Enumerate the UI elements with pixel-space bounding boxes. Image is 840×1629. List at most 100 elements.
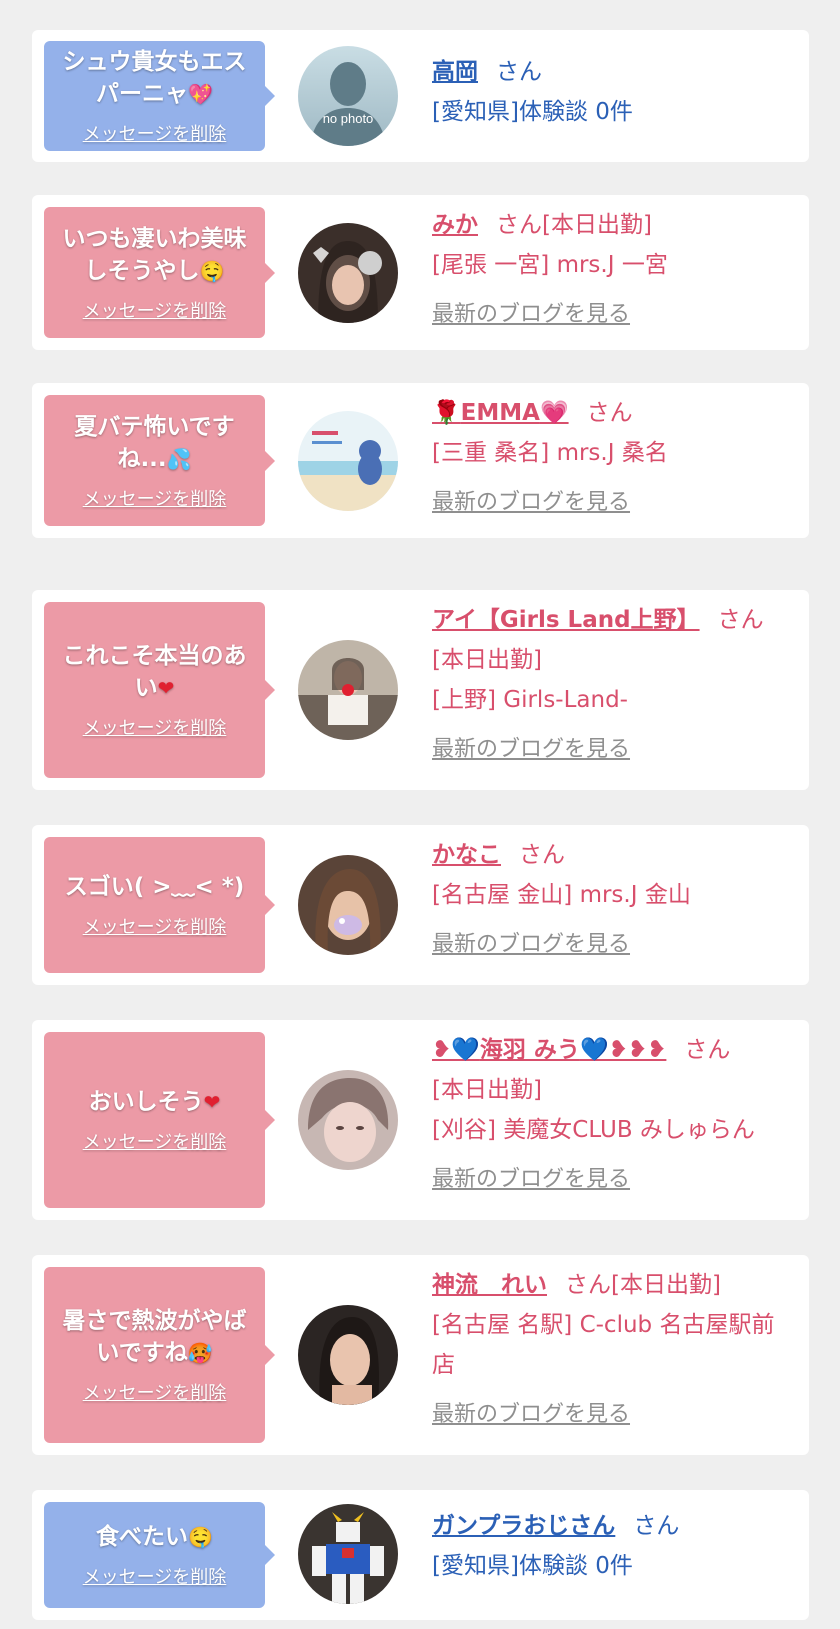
latest-blog-link[interactable]: 最新のブログを見る [432,730,630,770]
sender-name-link[interactable]: みか [432,212,478,238]
pink-heart-icon: 💗 [539,400,569,426]
sender-name-link[interactable]: かなこ [432,842,501,868]
sender-name-link[interactable]: 神流 れい [432,1272,547,1298]
delete-message-link[interactable]: メッセージを削除 [83,120,227,146]
message-bubble: おいしそう❤ メッセージを削除 [44,1032,275,1208]
sender-shop: [尾張 一宮] mrs.J 一宮 [432,252,668,278]
honorific: さん [565,1272,611,1298]
sender-info: 🌹EMMA💗 さん [三重 桑名] mrs.J 桑名 最新のブログを見る [432,393,797,523]
drooling-face-icon: 🤤 [188,1525,213,1549]
message-text: 食べたい🤤 [96,1524,213,1550]
sender-name-link[interactable]: 高岡 [432,59,478,85]
message-list: シュウ貴女もエスパーニャ💖 メッセージを削除 no photo 高岡 さん [愛知… [0,0,840,1629]
message-text: いつも凄いわ美味しそうやし🤤 [62,225,247,284]
working-today-badge: [本日出勤] [432,647,542,673]
avatar[interactable] [298,855,398,955]
girl-photo-avatar-icon [298,1305,398,1405]
delete-message-link[interactable]: メッセージを削除 [83,1563,227,1589]
message-text: 夏バテ怖いですね...💦 [74,413,235,472]
rose-icon: 🌹 [432,400,461,426]
sparkle-heart-icon: 💖 [188,82,213,106]
honorific: さん [684,1037,731,1063]
honorific: さん [519,842,565,868]
honorific: さん [717,607,764,633]
message-bubble: シュウ貴女もエスパーニャ💖 メッセージを削除 [44,41,275,151]
sender-name-link[interactable]: 🌹EMMA💗 [432,400,569,426]
message-bubble: スゴい( >﹏< *) メッセージを削除 [44,837,275,973]
delete-message-link[interactable]: メッセージを削除 [83,1379,227,1405]
latest-blog-link[interactable]: 最新のブログを見る [432,925,630,965]
message-card: おいしそう❤ メッセージを削除 ❥💙海羽 みう💙❥❥❥ さん [本日出勤] [刈谷… [32,1020,809,1220]
blue-heart-icon: ❥💙 [432,1037,480,1063]
delete-message-link[interactable]: メッセージを削除 [83,714,227,740]
sender-info: みか さん[本日出勤] [尾張 一宮] mrs.J 一宮 最新のブログを見る [432,205,797,335]
delete-message-link[interactable]: メッセージを削除 [83,297,227,323]
message-bubble: 食べたい🤤 メッセージを削除 [44,1502,275,1608]
working-today-badge: [本日出勤] [611,1272,721,1298]
sender-shop: [三重 桑名] mrs.J 桑名 [432,440,668,466]
message-text: 暑さで熱波がやばいですね🥵 [62,1308,247,1366]
delete-message-link[interactable]: メッセージを削除 [83,1128,227,1154]
sweat-drops-icon: 💦 [166,446,192,471]
message-card: これこそ本当のあい❤ メッセージを削除 アイ【Girls Land上野】 さん [… [32,590,809,790]
latest-blog-link[interactable]: 最新のブログを見る [432,483,630,523]
message-text: おいしそう❤ [88,1089,221,1115]
avatar[interactable] [298,1305,398,1405]
sender-name-link[interactable]: アイ【Girls Land上野】 [432,607,700,633]
message-text: シュウ貴女もエスパーニャ💖 [62,49,247,107]
message-bubble: 暑さで熱波がやばいですね🥵 メッセージを削除 [44,1267,275,1443]
message-text: スゴい( >﹏< *) [64,874,245,900]
avatar[interactable]: no photo [298,46,398,146]
avatar[interactable] [298,1070,398,1170]
message-bubble: これこそ本当のあい❤ メッセージを削除 [44,602,275,778]
avatar[interactable] [298,640,398,740]
hot-face-icon: 🥵 [187,1341,213,1365]
svg-text:no photo: no photo [323,111,374,126]
message-card: 夏バテ怖いですね...💦 メッセージを削除 🌹EMMA💗 さん [三重 桑名] m… [32,383,809,538]
honorific: さん [633,1513,680,1539]
delete-message-link[interactable]: メッセージを削除 [83,485,227,511]
red-heart-icon: ❤ [157,676,175,700]
working-today-badge: [本日出勤] [432,1077,542,1103]
girl-photo-avatar-icon [298,855,398,955]
delete-message-link[interactable]: メッセージを削除 [83,913,227,939]
beach-photo-avatar-icon [298,411,398,511]
message-bubble: いつも凄いわ美味しそうやし🤤 メッセージを削除 [44,207,275,338]
sender-info: ❥💙海羽 みう💙❥❥❥ さん [本日出勤] [刈谷] 美魔女CLUB みしゅらん … [432,1030,797,1200]
message-bubble: 夏バテ怖いですね...💦 メッセージを削除 [44,395,275,526]
avatar[interactable] [298,1504,398,1604]
latest-blog-link[interactable]: 最新のブログを見る [432,1395,630,1435]
sender-info: アイ【Girls Land上野】 さん [本日出勤] [上野] Girls-Lan… [432,600,797,770]
honorific: さん [586,400,633,426]
red-heart-icon: ❤ [203,1090,221,1114]
honorific: さん [496,59,542,85]
sender-info: かなこ さん [名古屋 金山] mrs.J 金山 最新のブログを見る [432,835,797,965]
robot-figure-avatar-icon [298,1504,398,1604]
message-card: シュウ貴女もエスパーニャ💖 メッセージを削除 no photo 高岡 さん [愛知… [32,30,809,162]
latest-blog-link[interactable]: 最新のブログを見る [432,295,630,335]
sender-shop: [上野] Girls-Land- [432,687,628,713]
message-text: これこそ本当のあい❤ [62,643,247,701]
sender-name-link[interactable]: ガンプラおじさん [432,1513,615,1539]
message-card: 食べたい🤤 メッセージを削除 ガンプラおじさん さん [愛知県]体験談 0件 [32,1490,809,1620]
sender-shop: [名古屋 金山] mrs.J 金山 [432,882,691,908]
honorific: さん [496,212,542,238]
drooling-face-icon: 🤤 [199,258,225,283]
girl-photo-avatar-icon [298,1070,398,1170]
working-today-badge: [本日出勤] [542,212,652,238]
sender-shop: [名古屋 名駅] C-club 名古屋駅前店 [432,1312,775,1378]
sender-info: ガンプラおじさん さん [愛知県]体験談 0件 [432,1506,797,1586]
no-photo-avatar-icon: no photo [298,46,398,146]
avatar[interactable] [298,223,398,323]
heart-ribbon-icon: 💙❥❥❥ [579,1037,667,1063]
sender-info: 神流 れい さん[本日出勤] [名古屋 名駅] C-club 名古屋駅前店 最新の… [432,1265,797,1435]
girl-photo-avatar-icon [298,223,398,323]
sender-name-link[interactable]: ❥💙海羽 みう💙❥❥❥ [432,1037,666,1063]
girl-photo-avatar-icon [298,640,398,740]
latest-blog-link[interactable]: 最新のブログを見る [432,1160,630,1200]
message-card: スゴい( >﹏< *) メッセージを削除 かなこ さん [名古屋 金山] mrs.… [32,825,809,985]
sender-shop: [刈谷] 美魔女CLUB みしゅらん [432,1117,755,1143]
sender-shop: [愛知県]体験談 0件 [432,1553,633,1579]
avatar[interactable] [298,411,398,511]
message-card: いつも凄いわ美味しそうやし🤤 メッセージを削除 みか さん[本日出勤] [尾張 一… [32,195,809,350]
